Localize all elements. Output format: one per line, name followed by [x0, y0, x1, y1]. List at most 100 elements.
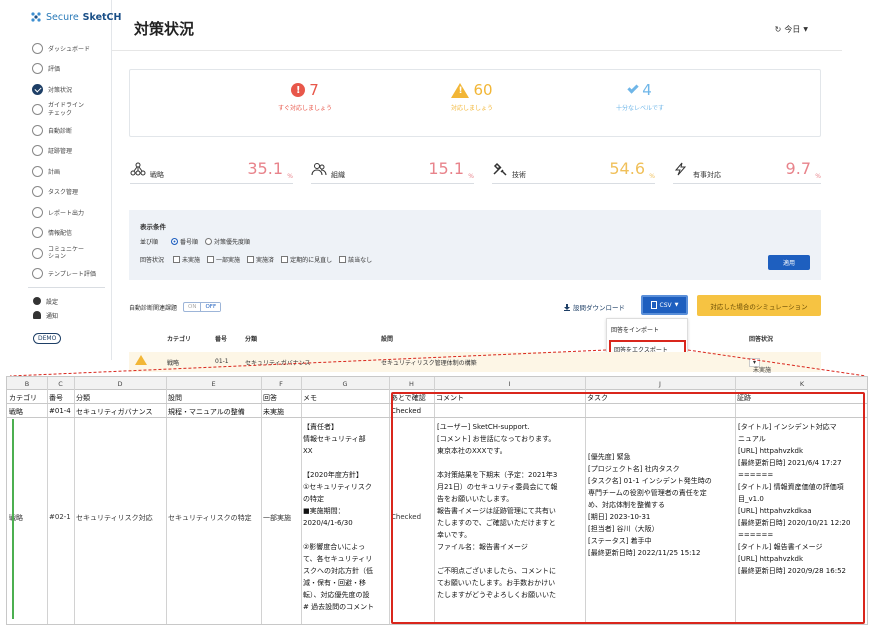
sidebar-item-label: 証跡管理: [48, 148, 73, 156]
metric-label: 戦略: [150, 171, 164, 179]
sidebar-item-communication[interactable]: コミュニケー ション: [32, 243, 110, 264]
checkbox-icon: [173, 256, 181, 263]
simulation-button[interactable]: 対応した場合のシミュレーション: [697, 295, 821, 316]
download-questions-link[interactable]: 設問ダウンロード: [564, 302, 625, 312]
download-icon: [564, 303, 570, 311]
sidebar-item-label: 情報配信: [48, 230, 73, 238]
filter-reviewed[interactable]: 定期的に見直し: [281, 255, 332, 264]
sheet-cell: セキュリティリスクの特定: [168, 514, 252, 522]
sidebar-item-evaluation[interactable]: 評価: [32, 59, 110, 80]
highlight-box: [391, 392, 865, 624]
sidebar-item-notifications[interactable]: 通知: [33, 308, 109, 322]
check-circle-icon: [32, 83, 43, 95]
history-icon: ↻: [774, 25, 782, 34]
filter-na[interactable]: 該当なし: [339, 255, 372, 264]
sheet-cell: 規程・マニュアルの整備: [168, 408, 245, 416]
header-divider: [112, 50, 842, 51]
sheet-cell: 未実施: [263, 408, 284, 416]
cell-question: セキュリティリスク管理体制の構築: [381, 360, 477, 367]
metric-unit: %: [287, 173, 293, 180]
checkbox-label: 一部実施: [216, 257, 241, 264]
sheet-cell: セキュリティリスク対応: [76, 514, 153, 522]
metric-unit: %: [649, 173, 655, 180]
metric-label: 技術: [512, 171, 526, 179]
sidebar-item-plan[interactable]: 計画: [32, 161, 110, 182]
metric-unit: %: [815, 173, 821, 180]
csv-button[interactable]: CSV ▼: [641, 295, 688, 315]
auto-diagnosis-filter: 自動診断関連課題 ON OFF: [129, 302, 222, 312]
radio-label: 番号順: [180, 239, 199, 246]
summary-urgent-desc: すぐ対応しましょう: [277, 105, 332, 112]
column-header: 回答状況: [749, 336, 774, 343]
sidebar-item-label: ダッシュボード: [48, 45, 91, 53]
users-icon: [311, 163, 327, 176]
answer-status-select[interactable]: 未実施 ▾: [749, 358, 771, 374]
cell-category: 戦略: [167, 360, 180, 367]
sidebar-item-evidence[interactable]: 証跡管理: [32, 141, 110, 162]
table-row[interactable]: 戦略 01-1 セキュリティガバナンス セキュリティリスク管理体制の構築 未実施…: [129, 352, 821, 374]
apply-button[interactable]: 適用: [768, 255, 810, 270]
csv-label: CSV: [659, 301, 672, 309]
sheet-header-cell: 回答: [263, 394, 277, 402]
filter-done[interactable]: 実施済: [247, 255, 274, 264]
exported-spreadsheet: B C D E F G H I J K カテゴリ 番号 分類 設問 回答 メモ …: [6, 376, 868, 625]
sheet-cell: #02-1: [49, 513, 71, 521]
memo-cell: 【責任者】 情報セキュリティ部 XX 【2020年度方針】 ①セキュリティリスク…: [303, 423, 375, 611]
label-line1: ガイドライン: [48, 102, 85, 110]
sheet-cell: #01-4: [49, 407, 71, 415]
summary-urgent[interactable]: ! 7 すぐ対応しましょう: [235, 81, 375, 112]
sidebar-item-auto-diagnosis[interactable]: 自動診断: [32, 120, 110, 141]
notifications-label: 通知: [46, 312, 59, 320]
sidebar-nav: ダッシュボード 評価 対策状況 ガイドライン チェック 自動診断 証跡管理 計画 …: [32, 38, 110, 284]
filter-not-done[interactable]: 未実施: [173, 255, 200, 264]
cell-number: 01-1: [215, 358, 229, 365]
metric-incident-response[interactable]: 有事対応 9.7 %: [673, 159, 821, 184]
sheet-header-cell: カテゴリ: [9, 394, 37, 402]
bell-icon: [33, 311, 41, 319]
sidebar-item-settings[interactable]: 設定: [33, 294, 109, 308]
sidebar-item-template[interactable]: テンプレート評価: [32, 264, 110, 285]
sidebar-item-guideline-check[interactable]: ガイドライン チェック: [32, 100, 110, 121]
label-line2: チェック: [48, 109, 73, 117]
sort-option-priority[interactable]: 対策優先度順: [205, 237, 250, 246]
col-letter: D: [117, 380, 123, 388]
metric-unit: %: [468, 173, 474, 180]
summary-sufficient-desc: 十分なレベルです: [615, 105, 664, 112]
sheet-header-cell: メモ: [303, 394, 317, 402]
column-header: カテゴリ: [167, 336, 192, 343]
sidebar-item-countermeasures[interactable]: 対策状況: [32, 79, 110, 100]
app-logo[interactable]: Secure SketCH: [30, 9, 121, 25]
date-range-dropdown[interactable]: ↻ 今日 ▼: [775, 24, 808, 35]
metric-organization[interactable]: 組織 15.1 %: [311, 159, 474, 184]
metric-value: 54.6: [609, 159, 645, 178]
checklist-icon: [32, 104, 43, 116]
metric-strategy[interactable]: 戦略 35.1 %: [130, 159, 293, 184]
menu-import-answers[interactable]: 回答をインポート: [611, 325, 659, 334]
toggle-on[interactable]: ON: [184, 303, 200, 311]
sidebar-item-tasks[interactable]: タスク管理: [32, 182, 110, 203]
summary-sufficient[interactable]: 4 十分なレベルです: [570, 81, 710, 112]
sheet-cell: セキュリティガバナンス: [76, 408, 153, 416]
calendar-icon: [32, 165, 43, 177]
col-letter: I: [508, 380, 511, 388]
col-letter: J: [659, 380, 661, 388]
sidebar-item-info[interactable]: 情報配信: [32, 223, 110, 244]
auto-diagnosis-toggle[interactable]: ON OFF: [183, 302, 222, 312]
metric-value: 35.1: [247, 159, 283, 178]
toggle-off[interactable]: OFF: [200, 303, 221, 311]
sort-option-number[interactable]: 番号順: [171, 237, 198, 246]
filter-partial[interactable]: 一部実施: [207, 255, 240, 264]
download-label: 設問ダウンロード: [573, 304, 625, 312]
cell-class: セキュリティガバナンス: [245, 360, 311, 367]
date-range-label: 今日: [784, 25, 801, 34]
metric-technology[interactable]: 技術 54.6 %: [492, 159, 655, 184]
row-indicator: [12, 419, 14, 619]
sheet-header-cell: 番号: [49, 394, 63, 402]
status-value: 未実施: [753, 367, 772, 374]
col-letter: H: [409, 380, 414, 388]
auto-diagnosis-label: 自動診断関連課題: [129, 304, 178, 312]
folder-icon: [32, 145, 43, 157]
sidebar-item-dashboard[interactable]: ダッシュボード: [32, 38, 110, 59]
summary-action[interactable]: ! 60 対応しましょう: [402, 81, 542, 112]
sidebar-item-report[interactable]: レポート出力: [32, 202, 110, 223]
